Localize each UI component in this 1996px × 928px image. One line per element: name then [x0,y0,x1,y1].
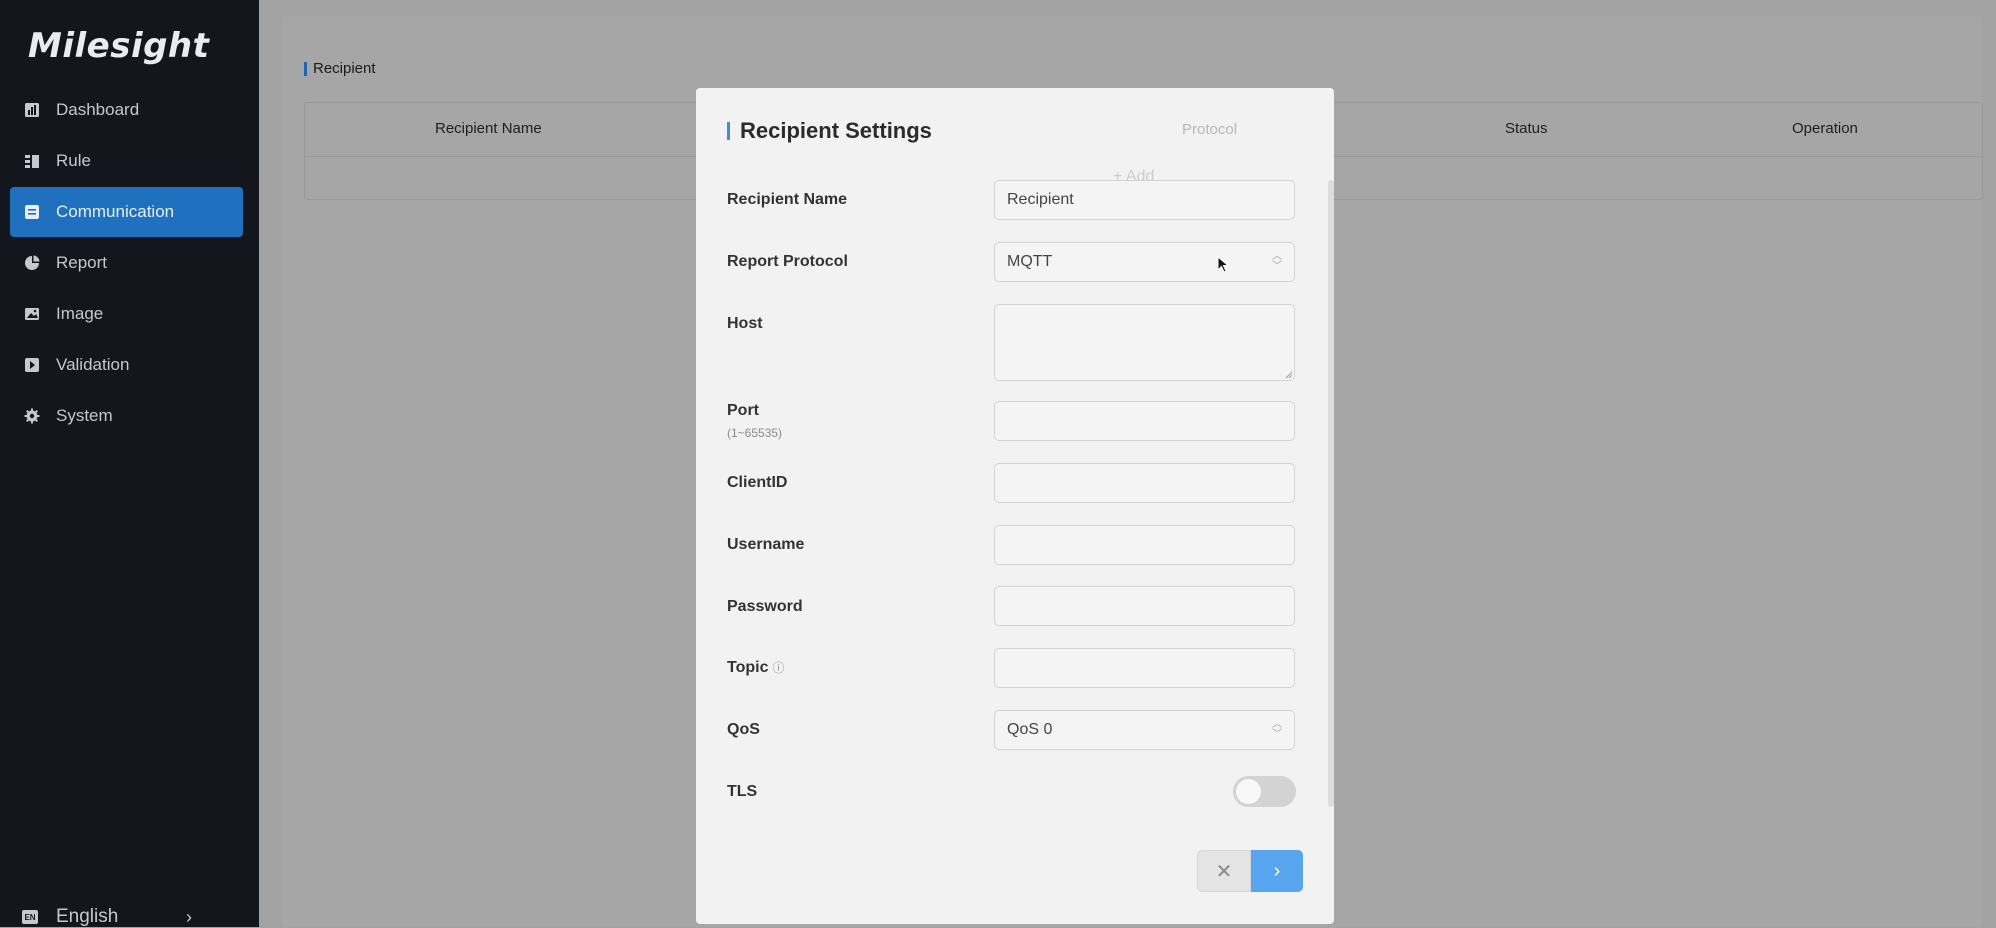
sidebar-item-label: Dashboard [56,100,140,119]
tls-toggle[interactable] [1233,776,1296,807]
column-recipient-name: Recipient Name [435,120,542,137]
recipient-name-label: Recipient Name [727,191,848,208]
rule-list-icon [24,153,40,169]
next-button[interactable]: › [1251,850,1303,892]
image-icon [24,306,40,322]
column-status: Status [1505,120,1548,137]
breadcrumb: Recipient [304,60,376,77]
language-selector[interactable]: EN English › [22,906,192,928]
sidebar-item-label: Rule [56,151,91,170]
port-label: Port [727,402,759,419]
username-input[interactable] [994,525,1295,565]
sidebar-item-label: Image [56,304,104,323]
sidebar-item-communication[interactable]: Communication [10,187,243,237]
topic-label-text: Topic [727,659,769,676]
milesight-logo: Milesight [28,26,210,66]
validation-icon [24,357,40,373]
modal-title: Recipient Settings [727,118,932,144]
select-arrows-icon: ︿ ﹀ [1272,719,1282,740]
background-column-protocol: Protocol [1182,121,1238,138]
password-label: Password [727,598,803,615]
sidebar: Milesight Dashboard Rule Communication R… [0,0,259,927]
qos-label: QoS [727,721,760,738]
close-icon: ✕ [1215,860,1233,883]
modal-scrollbar[interactable] [1328,180,1334,807]
breadcrumb-label: Recipient [313,60,376,77]
info-icon[interactable]: ⓘ [772,661,784,675]
tls-label: TLS [727,783,758,800]
chevron-right-icon: › [186,906,192,927]
gear-icon [24,408,40,424]
port-input[interactable] [994,401,1295,441]
password-input[interactable] [994,586,1295,626]
topic-label: Topic ⓘ [727,659,785,677]
chevron-right-icon: › [1273,859,1281,882]
sidebar-nav: Dashboard Rule Communication Report Imag… [10,85,243,442]
resize-grip-icon[interactable] [1285,371,1293,379]
recipient-name-input[interactable] [994,180,1295,220]
host-wrapper [994,304,1295,381]
report-protocol-value: MQTT [1007,253,1053,270]
recipient-settings-modal: Recipient Settings Protocol + Add Recipi… [696,88,1334,924]
sidebar-item-rule[interactable]: Rule [10,136,243,186]
port-range-hint: (1~65535) [727,426,783,440]
cancel-button[interactable]: ✕ [1197,850,1251,892]
sidebar-item-label: System [56,406,113,425]
username-label: Username [727,536,805,553]
modal-title-text: Recipient Settings [740,118,932,143]
language-icon: EN [22,910,38,924]
sidebar-item-label: Communication [56,202,175,221]
sidebar-item-image[interactable]: Image [10,289,243,339]
report-protocol-select[interactable]: MQTT ︿ ﹀ [994,242,1295,282]
select-arrows-icon: ︿ ﹀ [1272,251,1282,272]
column-operation: Operation [1792,120,1858,137]
client-id-label: ClientID [727,474,788,491]
topic-input[interactable] [994,648,1295,688]
sidebar-item-label: Validation [56,355,130,374]
sidebar-item-dashboard[interactable]: Dashboard [10,85,243,135]
sidebar-item-label: Report [56,253,108,272]
qos-select[interactable]: QoS 0 ︿ ﹀ [994,710,1295,750]
title-accent-bar [727,122,730,140]
breadcrumb-accent-bar [304,61,307,76]
pie-chart-icon [24,255,40,271]
mouse-cursor-icon [1217,256,1229,273]
bar-chart-icon [24,102,40,118]
host-textarea[interactable] [994,304,1295,381]
report-protocol-label: Report Protocol [727,253,848,270]
toggle-knob [1236,779,1261,804]
qos-value: QoS 0 [1007,721,1053,738]
client-id-input[interactable] [994,463,1295,503]
sidebar-item-validation[interactable]: Validation [10,340,243,390]
sidebar-item-report[interactable]: Report [10,238,243,288]
communication-icon [24,204,40,220]
language-label: English [56,906,119,927]
sidebar-item-system[interactable]: System [10,391,243,441]
host-label: Host [727,315,763,332]
